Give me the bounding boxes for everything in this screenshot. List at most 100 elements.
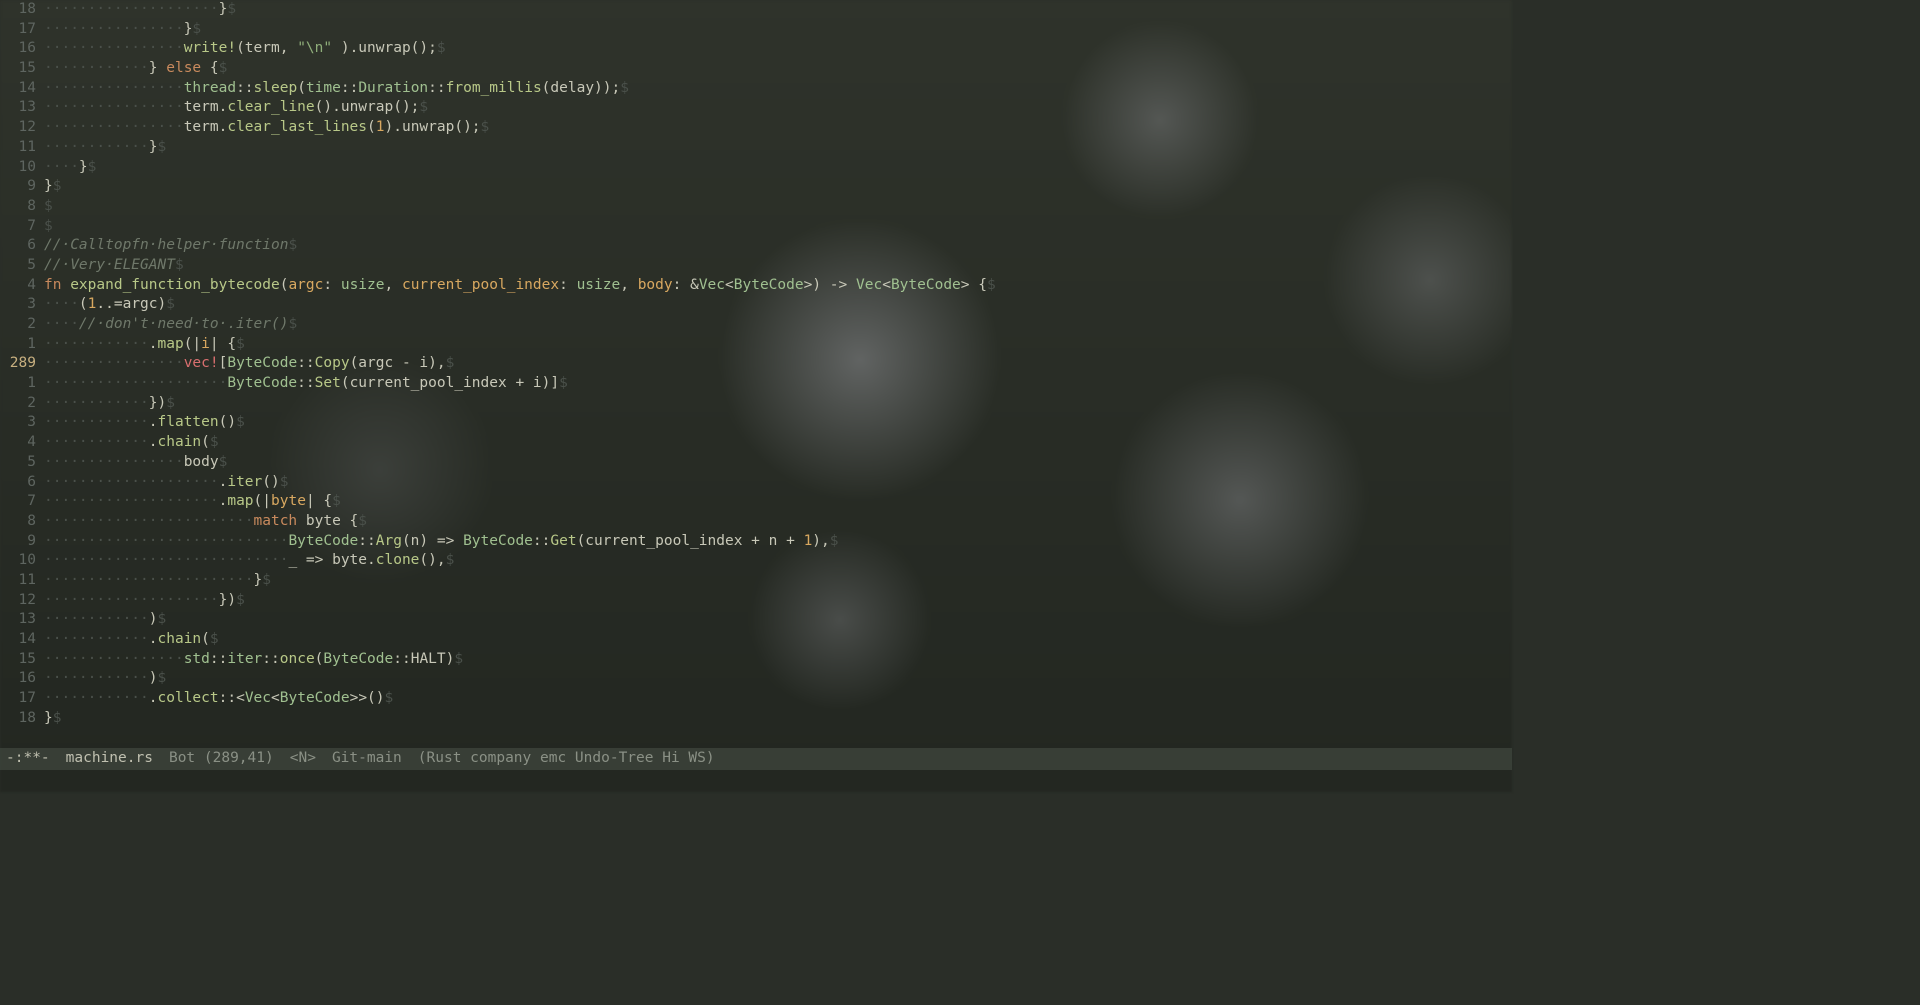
line-number: 7	[0, 492, 44, 512]
line-number: 8	[0, 512, 44, 532]
line-number: 14	[0, 79, 44, 99]
code-line[interactable]: 3············.flatten()$	[0, 413, 1512, 433]
code-line[interactable]: 10····}$	[0, 158, 1512, 178]
code-line[interactable]: 11························}$	[0, 571, 1512, 591]
code-content: //·Very·ELEGANT$	[44, 256, 1512, 276]
line-number: 8	[0, 197, 44, 217]
line-number: 7	[0, 217, 44, 237]
line-number: 16	[0, 39, 44, 59]
code-content: ····(1..=argc)$	[44, 295, 1512, 315]
line-number: 289	[0, 354, 44, 374]
code-line[interactable]: 6//·Calltopfn·helper·function$	[0, 236, 1512, 256]
code-line[interactable]: 4············.chain($	[0, 433, 1512, 453]
code-line[interactable]: 9····························ByteCode::A…	[0, 532, 1512, 552]
code-content: ············.chain($	[44, 630, 1512, 650]
code-content: ················}$	[44, 20, 1512, 40]
code-line[interactable]: 13············)$	[0, 610, 1512, 630]
line-number: 3	[0, 413, 44, 433]
line-number: 13	[0, 610, 44, 630]
code-line[interactable]: 12····················})$	[0, 591, 1512, 611]
code-content: ····················.map(|byte| {$	[44, 492, 1512, 512]
minibuffer[interactable]	[0, 770, 1512, 792]
code-content: ············)$	[44, 610, 1512, 630]
line-number: 16	[0, 669, 44, 689]
line-number: 10	[0, 551, 44, 571]
code-line[interactable]: 11············}$	[0, 138, 1512, 158]
code-line[interactable]: 16············)$	[0, 669, 1512, 689]
code-line[interactable]: 15················std::iter::once(ByteCo…	[0, 650, 1512, 670]
line-number: 4	[0, 433, 44, 453]
code-line[interactable]: 6····················.iter()$	[0, 473, 1512, 493]
code-line[interactable]: 18····················}$	[0, 0, 1512, 20]
code-content: ························match byte {$	[44, 512, 1512, 532]
code-content: }$	[44, 709, 1512, 729]
code-line[interactable]: 4fn expand_function_bytecode(argc: usize…	[0, 276, 1512, 296]
code-line[interactable]: 2············})$	[0, 394, 1512, 414]
modeline-modified: -:**-	[6, 749, 50, 769]
line-number: 12	[0, 591, 44, 611]
line-number: 11	[0, 138, 44, 158]
line-number: 4	[0, 276, 44, 296]
line-number: 1	[0, 374, 44, 394]
line-number: 12	[0, 118, 44, 138]
line-number: 10	[0, 158, 44, 178]
modeline-minor-modes: (Rust company emc Undo-Tree Hi WS)	[418, 749, 715, 769]
code-line[interactable]: 8························match byte {$	[0, 512, 1512, 532]
code-line[interactable]: 1·····················ByteCode::Set(curr…	[0, 374, 1512, 394]
line-number: 14	[0, 630, 44, 650]
code-content: ············.flatten()$	[44, 413, 1512, 433]
line-number: 9	[0, 532, 44, 552]
code-line[interactable]: 14················thread::sleep(time::Du…	[0, 79, 1512, 99]
code-line[interactable]: 18}$	[0, 709, 1512, 729]
code-line[interactable]: 17············.collect::<Vec<ByteCode>>(…	[0, 689, 1512, 709]
code-content: ·····················ByteCode::Set(curre…	[44, 374, 1512, 394]
editor-buffer[interactable]: 18····················}$17··············…	[0, 0, 1512, 792]
code-content: ················term.clear_last_lines(1)…	[44, 118, 1512, 138]
code-line[interactable]: 17················}$	[0, 20, 1512, 40]
code-content: ················thread::sleep(time::Dura…	[44, 79, 1512, 99]
line-number: 6	[0, 473, 44, 493]
code-line[interactable]: 12················term.clear_last_lines(…	[0, 118, 1512, 138]
code-content: ············.chain($	[44, 433, 1512, 453]
code-content: ············.collect::<Vec<ByteCode>>()$	[44, 689, 1512, 709]
code-content: fn expand_function_bytecode(argc: usize,…	[44, 276, 1512, 296]
code-line[interactable]: 2····//·don't·need·to·.iter()$	[0, 315, 1512, 335]
code-line[interactable]: 7····················.map(|byte| {$	[0, 492, 1512, 512]
code-line[interactable]: 16················write!(term, "\n" ).un…	[0, 39, 1512, 59]
code-line[interactable]: 1············.map(|i| {$	[0, 335, 1512, 355]
code-line[interactable]: 5················body$	[0, 453, 1512, 473]
code-line[interactable]: 15············} else {$	[0, 59, 1512, 79]
code-content: ················write!(term, "\n" ).unwr…	[44, 39, 1512, 59]
code-content: ················body$	[44, 453, 1512, 473]
line-number: 6	[0, 236, 44, 256]
code-content: ············)$	[44, 669, 1512, 689]
line-number: 11	[0, 571, 44, 591]
code-line[interactable]: 5//·Very·ELEGANT$	[0, 256, 1512, 276]
code-line[interactable]: 8$	[0, 197, 1512, 217]
modeline-position: Bot (289,41)	[169, 749, 274, 769]
line-number: 3	[0, 295, 44, 315]
code-content: ············})$	[44, 394, 1512, 414]
modeline-evil-state: <N>	[290, 749, 316, 769]
code-line[interactable]: 289················vec![ByteCode::Copy(a…	[0, 354, 1512, 374]
code-content: ························}$	[44, 571, 1512, 591]
code-content: ····}$	[44, 158, 1512, 178]
code-line[interactable]: 3····(1..=argc)$	[0, 295, 1512, 315]
line-number: 1	[0, 335, 44, 355]
code-content: ················term.clear_line().unwrap…	[44, 98, 1512, 118]
modeline-filename: machine.rs	[66, 749, 153, 769]
code-content: ················std::iter::once(ByteCode…	[44, 650, 1512, 670]
line-number: 18	[0, 0, 44, 20]
code-line[interactable]: 9}$	[0, 177, 1512, 197]
line-number: 17	[0, 689, 44, 709]
line-number: 18	[0, 709, 44, 729]
line-number: 2	[0, 394, 44, 414]
code-line[interactable]: 13················term.clear_line().unwr…	[0, 98, 1512, 118]
code-content: }$	[44, 177, 1512, 197]
code-line[interactable]: 7$	[0, 217, 1512, 237]
line-number: 5	[0, 256, 44, 276]
code-line[interactable]: 10····························_ => byte.…	[0, 551, 1512, 571]
code-line[interactable]: 14············.chain($	[0, 630, 1512, 650]
code-content: ····················.iter()$	[44, 473, 1512, 493]
line-number: 15	[0, 650, 44, 670]
